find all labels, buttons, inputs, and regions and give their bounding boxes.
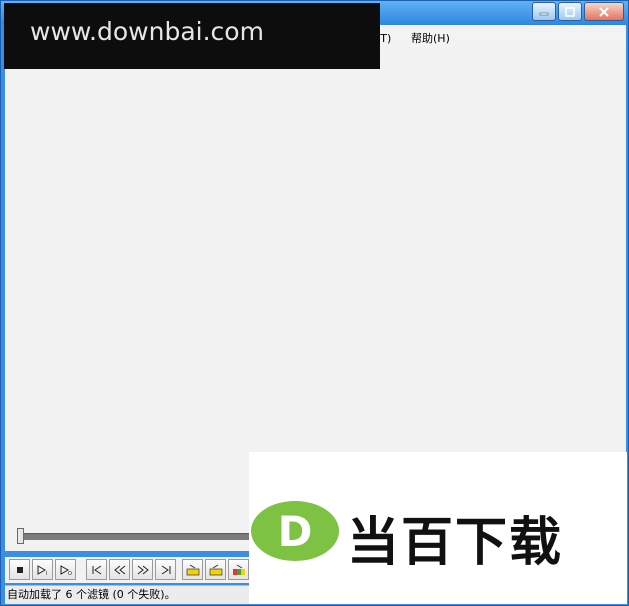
minimize-icon — [539, 12, 549, 15]
downbai-logo-icon: D — [251, 501, 339, 561]
menu-help[interactable]: 帮助(H) — [411, 30, 450, 46]
stop-icon — [16, 566, 23, 573]
mark-in-button[interactable] — [182, 559, 203, 580]
minimize-button[interactable] — [532, 2, 556, 21]
scene-detect-icon — [232, 564, 245, 575]
logo-letter: D — [278, 507, 313, 556]
maximize-button[interactable] — [558, 2, 582, 21]
maximize-icon — [565, 6, 575, 17]
close-button[interactable] — [584, 2, 624, 21]
window-controls — [532, 2, 624, 21]
watermark-brand-text: 当百下载 — [347, 513, 564, 573]
watermark-url: www.downbai.com — [30, 17, 264, 46]
mark-out-button[interactable] — [205, 559, 226, 580]
watermark-bottom: D 当百下载 — [249, 452, 627, 604]
close-icon — [599, 6, 609, 17]
watermark-top: www.downbai.com — [4, 3, 380, 69]
go-to-end-button[interactable] — [155, 559, 176, 580]
play-output-icon: O — [60, 564, 72, 576]
play-input-icon: I — [37, 564, 47, 576]
svg-text:I: I — [46, 571, 47, 576]
seek-thumb[interactable] — [17, 528, 24, 544]
fast-forward-button[interactable] — [132, 559, 153, 580]
rewind-button[interactable] — [109, 559, 130, 580]
svg-text:O: O — [68, 571, 72, 576]
play-input-button[interactable]: I — [32, 559, 53, 580]
mark-out-icon — [209, 564, 222, 575]
scene-detect-button[interactable] — [228, 559, 249, 580]
play-output-button[interactable]: O — [55, 559, 76, 580]
rewind-icon — [113, 565, 125, 574]
go-to-start-button[interactable] — [86, 559, 107, 580]
go-to-end-icon — [161, 565, 170, 574]
fast-forward-icon — [137, 565, 149, 574]
mark-in-icon — [186, 564, 199, 575]
stop-button[interactable] — [9, 559, 30, 580]
go-to-start-icon — [92, 565, 101, 574]
